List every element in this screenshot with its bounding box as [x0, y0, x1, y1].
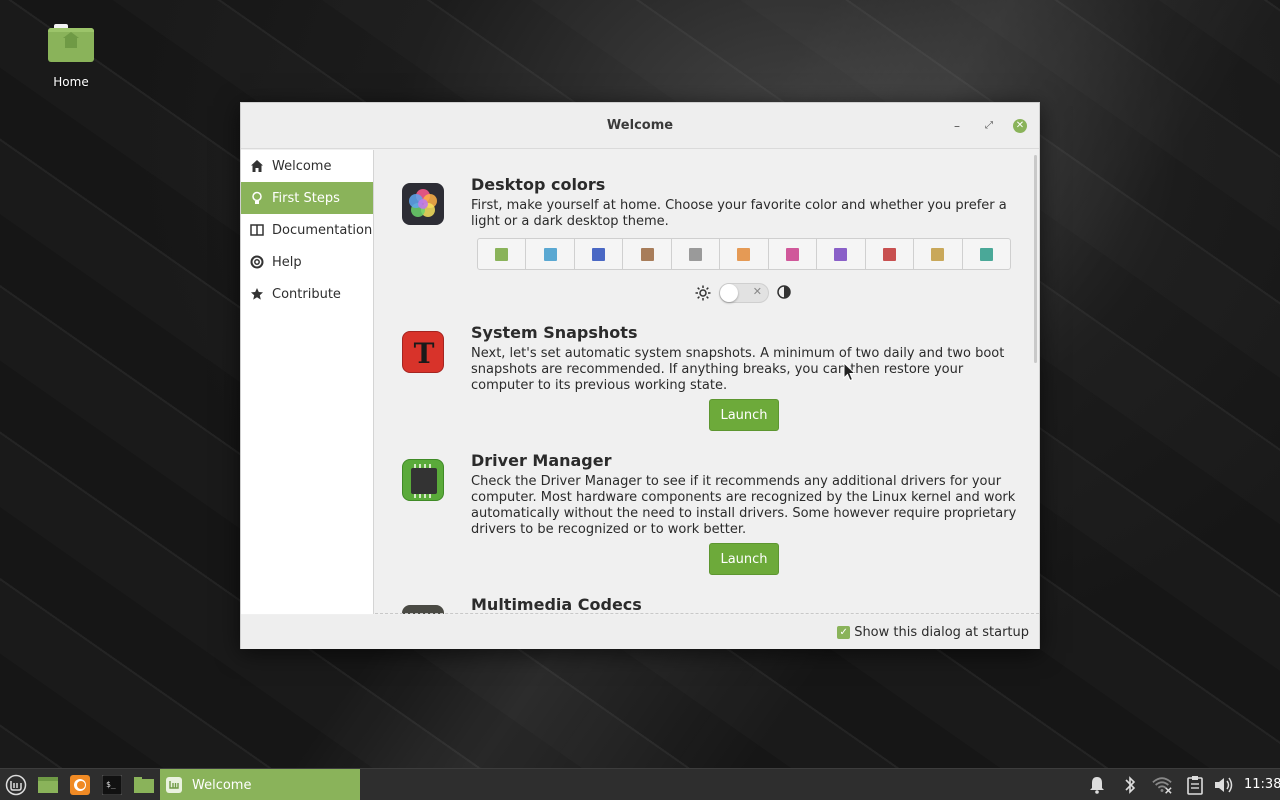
- window-title: Welcome: [606, 118, 674, 133]
- home-icon: [250, 159, 264, 173]
- color-swatch-fill: [737, 247, 751, 261]
- launch-driver-manager-button[interactable]: Launch: [709, 543, 779, 575]
- dark-theme-toggle[interactable]: ✕: [719, 283, 769, 303]
- startup-checkbox[interactable]: ✓: [837, 626, 851, 639]
- show-desktop-icon[interactable]: [36, 773, 60, 797]
- color-swatch-6[interactable]: [720, 239, 769, 269]
- clipboard-icon[interactable]: [1185, 775, 1205, 795]
- task-label: Welcome: [192, 777, 252, 793]
- section-title: System Snapshots: [471, 323, 638, 342]
- svg-text:$_: $_: [106, 780, 116, 789]
- color-swatch-2[interactable]: [526, 239, 575, 269]
- section-description: Check the Driver Manager to see if it re…: [471, 474, 1017, 537]
- terminal-icon[interactable]: $_: [100, 773, 124, 797]
- close-button[interactable]: ✕: [1013, 119, 1027, 133]
- window-footer: ✓ Show this dialog at startup: [241, 615, 1039, 649]
- welcome-window: Welcome – ⤢ ✕ Welcome First Steps Docume…: [240, 102, 1040, 649]
- toggle-mark: ✕: [752, 285, 762, 298]
- color-swatch-7[interactable]: [769, 239, 818, 269]
- color-swatch-9[interactable]: [866, 239, 915, 269]
- color-swatch-fill: [592, 247, 606, 261]
- color-swatch-fill: [640, 247, 654, 261]
- section-title: Driver Manager: [471, 451, 612, 470]
- section-title: Multimedia Codecs: [471, 595, 642, 614]
- taskbar-task-welcome[interactable]: Welcome: [160, 769, 360, 800]
- color-swatch-fill: [785, 247, 799, 261]
- clock: 11:38: [1244, 777, 1280, 792]
- color-swatch-fill: [979, 247, 993, 261]
- timeshift-icon: T: [402, 331, 444, 373]
- color-swatch-fill: [543, 247, 557, 261]
- color-swatch-11[interactable]: [963, 239, 1010, 269]
- startup-label: Show this dialog at startup: [854, 625, 1029, 640]
- window-titlebar[interactable]: Welcome – ⤢ ✕: [241, 103, 1039, 149]
- star-icon: [250, 287, 264, 301]
- color-swatch-fill: [495, 247, 509, 261]
- color-flower-icon: [402, 183, 444, 225]
- mint-welcome-icon: [166, 777, 182, 793]
- chip-icon: [402, 459, 444, 501]
- divider: [375, 613, 1039, 614]
- color-swatch-1[interactable]: [478, 239, 527, 269]
- sidebar-item-first-steps[interactable]: First Steps: [241, 182, 373, 214]
- color-swatch-5[interactable]: [672, 239, 721, 269]
- scrollbar[interactable]: [1034, 155, 1037, 363]
- sidebar-item-label: Documentation: [272, 222, 373, 238]
- mint-menu-icon[interactable]: [4, 773, 28, 797]
- volume-icon[interactable]: [1214, 775, 1234, 795]
- sun-icon: [695, 285, 711, 305]
- sidebar-item-label: Help: [272, 254, 302, 270]
- launch-snapshots-button[interactable]: Launch: [709, 399, 779, 431]
- sidebar-item-label: Welcome: [272, 158, 332, 174]
- sidebar: Welcome First Steps Documentation Help C…: [241, 150, 374, 614]
- color-swatch-10[interactable]: [914, 239, 963, 269]
- color-swatch-fill: [931, 247, 945, 261]
- home-folder-icon: [48, 24, 94, 62]
- sidebar-item-documentation[interactable]: Documentation: [241, 214, 373, 246]
- minimize-button[interactable]: –: [949, 118, 965, 134]
- section-title: Desktop colors: [471, 175, 606, 194]
- lightbulb-icon: [250, 191, 264, 205]
- sidebar-item-welcome[interactable]: Welcome: [241, 150, 373, 182]
- sidebar-item-contribute[interactable]: Contribute: [241, 278, 373, 310]
- files-icon[interactable]: [132, 773, 156, 797]
- moon-icon: [777, 285, 791, 303]
- color-swatch-3[interactable]: [575, 239, 624, 269]
- lifebuoy-icon: [250, 255, 264, 269]
- bluetooth-icon[interactable]: [1120, 775, 1140, 795]
- desktop-icon-home[interactable]: Home: [36, 24, 106, 89]
- sidebar-item-label: Contribute: [272, 286, 341, 302]
- firefox-icon[interactable]: [68, 773, 92, 797]
- section-description: Next, let's set automatic system snapsho…: [471, 346, 1005, 393]
- startup-checkbox-row[interactable]: ✓ Show this dialog at startup: [837, 625, 1029, 640]
- maximize-button[interactable]: ⤢: [981, 118, 997, 134]
- color-swatch-8[interactable]: [817, 239, 866, 269]
- sidebar-item-label: First Steps: [272, 190, 340, 206]
- desktop-icon-label: Home: [53, 75, 89, 89]
- svg-text:T: T: [414, 337, 435, 370]
- section-description: First, make yourself at home. Choose you…: [471, 198, 1007, 229]
- content-area: Desktop colors First, make yourself at h…: [375, 150, 1039, 614]
- color-swatch-bar: [477, 238, 1011, 270]
- mouse-cursor-icon: [843, 361, 857, 382]
- color-swatch-4[interactable]: [623, 239, 672, 269]
- taskbar: $_ Welcome 11:38: [0, 768, 1280, 800]
- bell-icon[interactable]: [1087, 775, 1107, 795]
- theme-toggle-row: ✕: [695, 282, 795, 304]
- color-swatch-fill: [834, 247, 848, 261]
- sidebar-item-help[interactable]: Help: [241, 246, 373, 278]
- wifi-icon[interactable]: [1152, 775, 1172, 795]
- color-swatch-fill: [882, 247, 896, 261]
- color-swatch-fill: [689, 247, 703, 261]
- book-icon: [250, 223, 264, 237]
